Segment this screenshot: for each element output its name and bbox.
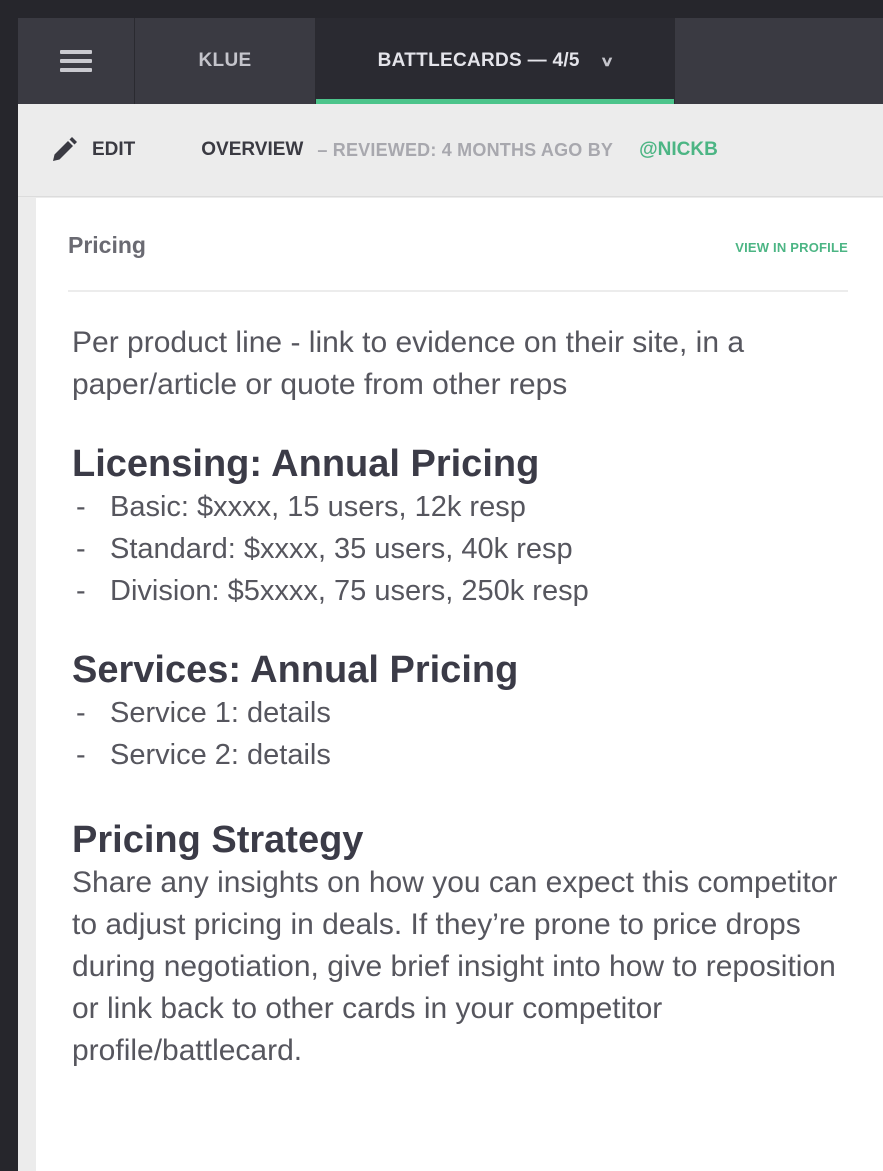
- list-item: Standard: $xxxx, 35 users, 40k resp: [72, 528, 852, 570]
- pricing-strategy-text: Share any insights on how you can expect…: [72, 866, 838, 1067]
- list-item: Division: $5xxxx, 75 users, 250k resp: [72, 570, 852, 612]
- card-title: Pricing: [68, 232, 146, 258]
- licensing-list: Basic: $xxxx, 15 users, 12k resp Standar…: [72, 486, 852, 612]
- intro-text: Per product line - link to evidence on t…: [72, 326, 745, 401]
- overview-link[interactable]: OVERVIEW: [201, 139, 303, 161]
- app-frame: KLUE BATTLECARDS — 4/5 ∨ EDIT OVERVIEW –…: [0, 0, 883, 1171]
- reviewer-link[interactable]: @NICKB: [639, 139, 718, 161]
- view-in-profile-link[interactable]: VIEW IN PROFILE: [735, 240, 848, 255]
- tab-klue[interactable]: KLUE: [135, 18, 316, 104]
- section-licensing: Licensing: Annual Pricing Basic: $xxxx, …: [72, 442, 852, 612]
- card-header: Pricing VIEW IN PROFILE: [68, 232, 848, 272]
- tab-battlecards-label: BATTLECARDS — 4/5: [377, 50, 580, 71]
- list-item: Service 2: details: [72, 734, 852, 776]
- list-item: Service 1: details: [72, 692, 852, 734]
- list-item: Basic: $xxxx, 15 users, 12k resp: [72, 486, 852, 528]
- top-nav-bar: KLUE BATTLECARDS — 4/5 ∨: [18, 18, 883, 104]
- section-heading: Services: Annual Pricing: [72, 649, 519, 691]
- section-heading: Pricing Strategy: [72, 819, 364, 861]
- top-nav-spacer: [674, 18, 883, 104]
- card-toolbar: EDIT OVERVIEW – REVIEWED: 4 MONTHS AGO B…: [18, 104, 883, 197]
- section-services: Services: Annual Pricing Service 1: deta…: [72, 648, 852, 776]
- reviewed-status: – REVIEWED: 4 MONTHS AGO BY: [317, 139, 614, 160]
- edit-button[interactable]: EDIT: [50, 136, 135, 164]
- pricing-card: Pricing VIEW IN PROFILE Per product line…: [36, 198, 883, 1171]
- battlecard-panel: KLUE BATTLECARDS — 4/5 ∨ EDIT OVERVIEW –…: [18, 18, 883, 1171]
- pencil-icon: [53, 137, 77, 161]
- divider: [68, 290, 848, 292]
- chevron-down-icon[interactable]: ∨: [600, 53, 615, 70]
- card-body: Per product line - link to evidence on t…: [72, 322, 852, 1072]
- edit-label: EDIT: [92, 139, 136, 160]
- section-pricing-strategy: Pricing Strategy Share any insights on h…: [72, 818, 852, 1072]
- tab-klue-label: KLUE: [198, 50, 252, 71]
- hamburger-menu-icon[interactable]: [18, 18, 135, 104]
- section-heading: Licensing: Annual Pricing: [72, 443, 540, 485]
- services-list: Service 1: details Service 2: details: [72, 692, 852, 776]
- tab-battlecards[interactable]: BATTLECARDS — 4/5 ∨: [316, 18, 674, 104]
